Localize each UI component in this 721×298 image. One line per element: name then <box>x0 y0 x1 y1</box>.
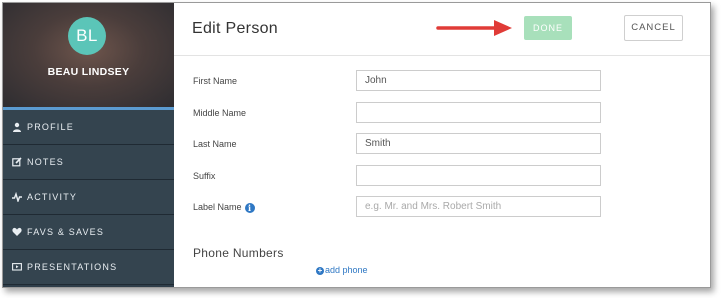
app-window: BL BEAU LINDSEY PROFILE NOTES ACTIVITY F… <box>2 2 711 288</box>
sidebar-item-profile[interactable]: PROFILE <box>3 110 174 145</box>
activity-icon <box>12 192 22 202</box>
middle-name-field[interactable] <box>356 102 601 123</box>
heart-icon <box>12 227 22 236</box>
add-phone-label: add phone <box>325 265 368 275</box>
last-name-label: Last Name <box>193 139 237 149</box>
annotation-arrow-icon <box>436 20 512 36</box>
suffix-field[interactable] <box>356 165 601 186</box>
sidebar-item-label: FAVS & SAVES <box>27 227 105 237</box>
suffix-label: Suffix <box>193 171 216 181</box>
first-name-field[interactable] <box>356 70 601 91</box>
label-name-label: Label Name i <box>193 202 255 213</box>
sidebar-item-label: PROFILE <box>27 122 74 132</box>
sidebar: BL BEAU LINDSEY PROFILE NOTES ACTIVITY F… <box>3 3 174 287</box>
page-title: Edit Person <box>192 20 279 37</box>
presentation-icon <box>12 263 22 271</box>
edit-icon <box>12 157 22 167</box>
label-name-text: Label Name <box>193 202 242 212</box>
profile-name: BEAU LINDSEY <box>47 66 130 78</box>
sidebar-item-notes[interactable]: NOTES <box>3 145 174 180</box>
info-icon[interactable]: i <box>244 203 255 213</box>
profile-header: BL BEAU LINDSEY <box>3 3 174 107</box>
sidebar-item-label: NOTES <box>27 157 65 167</box>
sidebar-nav: PROFILE NOTES ACTIVITY FAVS & SAVES PRES… <box>3 110 174 285</box>
last-name-field[interactable] <box>356 133 601 154</box>
middle-name-label: Middle Name <box>193 108 247 118</box>
avatar[interactable]: BL <box>68 17 106 55</box>
sidebar-item-label: PRESENTATIONS <box>27 262 118 272</box>
cancel-button[interactable]: CANCEL <box>624 15 683 41</box>
plus-circle-icon: + <box>316 266 324 275</box>
sidebar-item-activity[interactable]: ACTIVITY <box>3 180 174 215</box>
label-name-field[interactable] <box>356 196 601 217</box>
sidebar-item-label: ACTIVITY <box>27 192 78 202</box>
main-panel: Edit Person DONE CANCEL First Name Middl… <box>174 3 710 287</box>
done-button[interactable]: DONE <box>524 16 572 40</box>
sidebar-item-favs-saves[interactable]: FAVS & SAVES <box>3 215 174 250</box>
user-icon <box>13 122 21 132</box>
sidebar-item-presentations[interactable]: PRESENTATIONS <box>3 250 174 285</box>
edit-header: Edit Person DONE CANCEL <box>174 3 710 56</box>
first-name-label: First Name <box>193 76 238 86</box>
add-phone-link[interactable]: + add phone <box>316 265 368 275</box>
phone-numbers-heading: Phone Numbers <box>193 246 284 260</box>
